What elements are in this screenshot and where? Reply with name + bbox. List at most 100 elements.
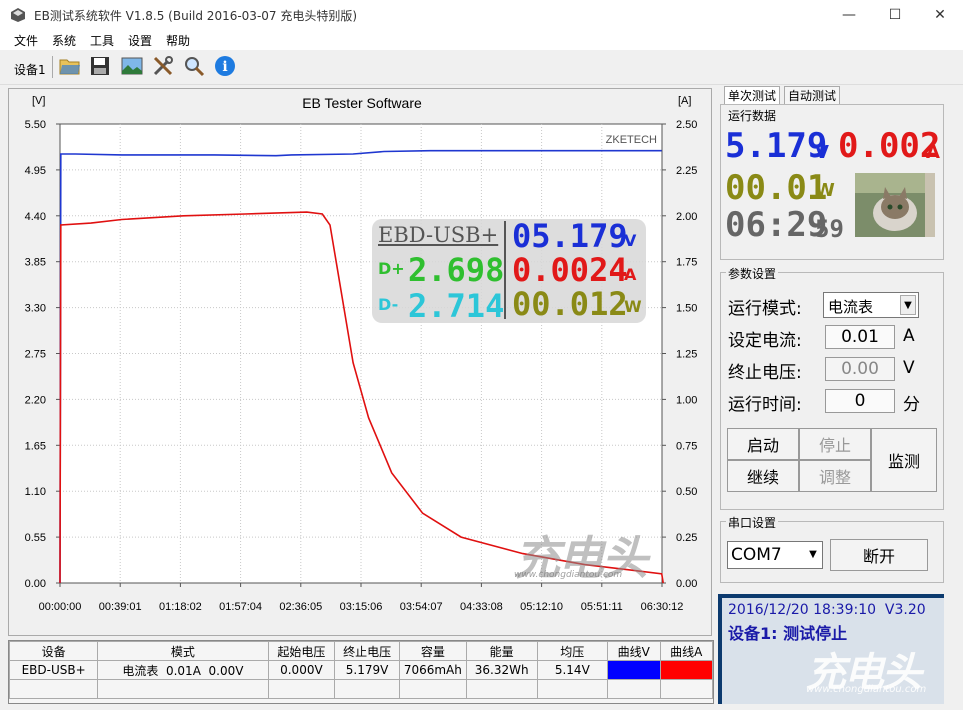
curve-a-swatch[interactable] [659,660,713,680]
tab-auto-test[interactable]: 自动测试 [784,86,841,106]
mode-label: 运行模式: [728,299,802,319]
set-current-label: 设定电流: [728,331,802,351]
stop-voltage-label: 终止电压: [728,363,802,383]
continue-button[interactable]: 继续 [727,460,799,492]
run-data-title: 运行数据 [726,107,779,124]
menu-system[interactable]: 系统 [52,32,76,49]
menu-tools[interactable]: 工具 [90,32,114,49]
chevron-down-icon[interactable]: ▼ [806,545,820,563]
cell-avg-voltage: 5.14V [536,660,609,680]
y-left-tick-label: 2.75 [25,349,46,361]
run-time-label: 运行时间: [728,395,802,415]
mode-select[interactable]: 电流表 ▼ [823,292,919,318]
cell-stop-voltage: 5.179V [334,660,400,680]
lcd-power: 00.01 [725,168,828,208]
overlay-voltage: 05.179 [512,217,628,255]
start-button[interactable]: 启动 [727,428,799,460]
lcd-voltage: 5.179 [725,126,828,166]
cell-capacity: 7066mAh [398,660,467,680]
col-stop-voltage: 终止电压 [334,641,400,661]
device-selector[interactable]: 设备1 [14,61,46,78]
menu-help[interactable]: 帮助 [166,32,190,49]
y-left-tick-label: 5.50 [25,119,46,131]
title-bar: EB测试系统软件 V1.8.5 (Build 2016-03-07 充电头特别版… [0,0,963,30]
col-device: 设备 [8,641,99,661]
tab-single-test[interactable]: 单次测试 [724,86,781,106]
port-select[interactable]: COM7 ▼ [727,541,823,569]
stop-button[interactable]: 停止 [799,428,871,460]
run-time-unit: 分 [903,395,920,415]
serial-title: 串口设置 [726,514,779,531]
save-icon[interactable] [88,54,112,78]
lcd-time: 06:29 [725,205,828,245]
col-curve-v: 曲线V [607,641,661,661]
lcd-voltage-unit: V [815,142,829,163]
params-title: 参数设置 [726,265,779,282]
table-row[interactable]: EBD-USB+ 电流表 0.01A 0.00V 0.000V 5.179V 7… [8,660,713,680]
minimize-button[interactable]: — [826,0,872,30]
x-tick-label: 05:12:10 [520,601,563,613]
run-time-input[interactable]: 0 [825,389,895,413]
y-right-tick-label: 0.25 [676,532,697,544]
set-current-unit: A [903,326,915,346]
x-tick-label: 06:30:12 [641,601,684,613]
disconnect-button[interactable]: 断开 [830,539,928,571]
cell-device: EBD-USB+ [8,660,99,680]
set-current-input[interactable]: 0.01 [825,325,895,349]
y-left-tick-label: 0.55 [25,532,46,544]
table-empty-row [8,679,713,699]
overlay-power-unit: W [624,297,642,316]
lcd-current-unit: A [926,142,940,163]
y-left-tick-label: 0.00 [25,578,46,590]
stop-voltage-unit: V [903,358,915,378]
search-icon[interactable] [182,54,206,78]
mode-select-value: 电流表 [828,298,874,316]
overlay-current-unit: A [624,265,637,284]
y-right-tick-label: 1.00 [676,394,697,406]
lcd-power-unit: W [815,180,835,201]
overlay-power: 00.012 [512,285,628,323]
usb-meter-overlay: EBD-USB+ D+ 2.698 D- 2.714 05.179 V 0.00… [372,217,646,325]
y-left-tick-label: 3.85 [25,257,46,269]
cell-start-voltage: 0.000V [267,660,336,680]
y-left-tick-label: 3.30 [25,303,46,315]
watermark-url: www.chongdiantou.com [514,570,623,580]
summary-table: 设备 模式 起始电压 终止电压 容量 能量 均压 曲线V 曲线A EBD-USB… [8,640,714,704]
y-right-tick-label: 0.50 [676,486,697,498]
window-title: EB测试系统软件 V1.8.5 (Build 2016-03-07 充电头特别版… [34,9,358,23]
x-tick-label: 01:57:04 [219,601,262,613]
y-left-tick-label: 1.65 [25,440,46,452]
overlay-device: EBD-USB+ [378,223,499,247]
curve-v-swatch[interactable] [607,660,661,680]
overlay-dplus-label: D+ [378,259,405,278]
menu-settings[interactable]: 设置 [128,32,152,49]
y-right-tick-label: 2.50 [676,119,697,131]
menu-bar: 文件 系统 工具 设置 帮助 [0,30,963,50]
chevron-down-icon[interactable]: ▼ [900,295,916,315]
tools-icon[interactable] [151,54,175,78]
maximize-button[interactable]: ☐ [872,0,918,30]
col-mode: 模式 [97,641,269,661]
chart-title: EB Tester Software [302,95,422,111]
open-folder-icon[interactable] [58,54,82,78]
y-right-tick-label: 1.75 [676,257,697,269]
info-icon[interactable]: i [213,54,237,78]
y-left-tick-label: 4.40 [25,211,46,223]
col-curve-a: 曲线A [659,641,713,661]
monitor-button[interactable]: 监测 [871,428,937,492]
corner-label: ZKETECH [606,134,657,146]
y-right-tick-label: 0.75 [676,440,697,452]
close-button[interactable]: ✕ [917,0,963,30]
cell-energy: 36.32Wh [465,660,538,680]
menu-file[interactable]: 文件 [14,32,38,49]
stop-voltage-input[interactable]: 0.00 [825,357,895,381]
y-right-tick-label: 1.50 [676,303,697,315]
left-axis-unit: [V] [32,95,45,107]
y-left-tick-label: 1.10 [25,486,46,498]
x-tick-label: 02:36:05 [279,601,322,613]
x-tick-label: 00:00:00 [39,601,82,613]
image-icon[interactable] [120,54,144,78]
adjust-button[interactable]: 调整 [799,460,871,492]
overlay-dminus-value: 2.714 [408,287,505,325]
y-right-tick-label: 2.25 [676,165,697,177]
